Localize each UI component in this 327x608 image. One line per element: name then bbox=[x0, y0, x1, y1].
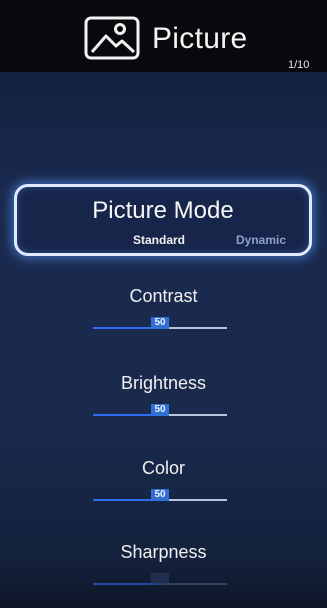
contrast-slider-knob[interactable]: 50 bbox=[151, 317, 169, 329]
sharpness-slider-knob[interactable] bbox=[151, 573, 169, 585]
page-counter: 1/10 bbox=[288, 59, 310, 71]
contrast-slider-fill bbox=[93, 327, 160, 329]
sharpness-slider[interactable] bbox=[93, 573, 227, 585]
picture-mode-selector[interactable]: Picture Mode Standard Dynamic bbox=[14, 184, 312, 256]
color-slider[interactable]: 50 bbox=[93, 489, 227, 501]
brightness-slider[interactable]: 50 bbox=[93, 404, 227, 416]
contrast-slider[interactable]: 50 bbox=[93, 317, 227, 329]
sharpness-slider-fill bbox=[93, 583, 160, 585]
brightness-slider-knob[interactable]: 50 bbox=[151, 404, 169, 416]
picture-mode-next-option[interactable]: Dynamic bbox=[236, 233, 286, 247]
picture-mode-current-option[interactable]: Standard bbox=[133, 233, 185, 247]
picture-mode-label: Picture Mode bbox=[92, 197, 234, 224]
page-title: Picture bbox=[152, 22, 248, 55]
sharpness-label: Sharpness bbox=[120, 542, 207, 562]
color-slider-fill bbox=[93, 499, 160, 501]
color-label: Color bbox=[141, 458, 185, 478]
color-slider-knob[interactable]: 50 bbox=[151, 489, 169, 501]
tv-picture-menu: Picture 1/10 Picture Mode Standard Dynam… bbox=[0, 0, 327, 608]
menu-header: Picture 1/10 bbox=[0, 0, 327, 72]
brightness-label: Brightness bbox=[120, 373, 207, 393]
picture-icon bbox=[84, 16, 140, 60]
contrast-label: Contrast bbox=[129, 286, 198, 306]
brightness-slider-fill bbox=[93, 414, 160, 416]
